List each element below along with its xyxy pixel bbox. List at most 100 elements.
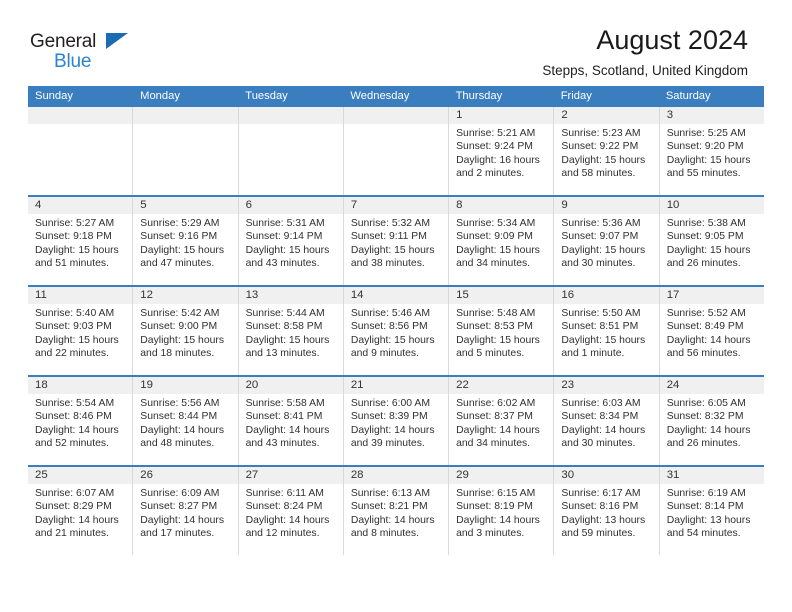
calendar-cell-empty	[343, 107, 450, 195]
day-details: Sunrise: 5:38 AM Sunset: 9:05 PM Daylight:…	[660, 214, 764, 271]
calendar-day-cell[interactable]: 21 Sunrise: 6:00 AM Sunset: 8:39 PM Dayligh…	[343, 377, 450, 465]
day-details: Sunrise: 5:54 AM Sunset: 8:46 PM Daylight:…	[28, 394, 132, 451]
daylight-text-line1: Daylight: 14 hours	[350, 424, 435, 436]
day-number: 20	[238, 377, 343, 394]
daylight-text-line2: and 17 minutes.	[140, 528, 215, 540]
calendar-day-cell[interactable]: 12 Sunrise: 5:42 AM Sunset: 9:00 PM Dayligh…	[133, 287, 239, 375]
daylight-text-line1: Daylight: 15 hours	[140, 334, 225, 346]
day-details: Sunrise: 5:31 AM Sunset: 9:14 PM Daylight:…	[239, 214, 343, 271]
sunset-text: Sunset: 8:24 PM	[245, 501, 323, 513]
calendar-day-cell[interactable]: 24 Sunrise: 6:05 AM Sunset: 8:32 PM Dayligh…	[659, 377, 764, 465]
calendar-day-cell[interactable]: 18 Sunrise: 5:54 AM Sunset: 8:46 PM Dayligh…	[28, 377, 134, 465]
calendar-day-cell[interactable]: 4 Sunrise: 5:27 AM Sunset: 9:18 PM Daylight…	[28, 197, 134, 285]
daylight-text-line1: Daylight: 14 hours	[140, 424, 225, 436]
sunrise-text: Sunrise: 6:09 AM	[140, 488, 220, 499]
calendar-day-cell[interactable]: 11 Sunrise: 5:40 AM Sunset: 9:03 PM Dayligh…	[28, 287, 134, 375]
day-details: Sunrise: 6:09 AM Sunset: 8:27 PM Daylight:…	[133, 484, 237, 541]
calendar-day-cell[interactable]: 14 Sunrise: 5:46 AM Sunset: 8:56 PM Dayligh…	[343, 287, 450, 375]
sunset-text: Sunset: 8:16 PM	[561, 501, 639, 513]
brand-logo[interactable]: General Blue	[30, 32, 150, 72]
day-number: 26	[133, 467, 238, 484]
daylight-text-line1: Daylight: 15 hours	[140, 244, 225, 256]
day-number: 28	[343, 467, 449, 484]
sunset-text: Sunset: 9:18 PM	[35, 231, 112, 243]
weekday-header-tuesday: Tuesday	[245, 90, 288, 102]
calendar-day-cell[interactable]: 9 Sunrise: 5:36 AM Sunset: 9:07 PM Daylight…	[554, 197, 660, 285]
sunset-text: Sunset: 9:22 PM	[561, 141, 639, 153]
sunrise-text: Sunrise: 5:40 AM	[35, 308, 115, 319]
calendar-day-cell[interactable]: 13 Sunrise: 5:44 AM Sunset: 8:58 PM Dayligh…	[238, 287, 344, 375]
day-details: Sunrise: 5:40 AM Sunset: 9:03 PM Daylight:…	[28, 304, 132, 361]
day-details: Sunrise: 6:11 AM Sunset: 8:24 PM Daylight:…	[239, 484, 343, 541]
calendar-day-cell[interactable]: 8 Sunrise: 5:34 AM Sunset: 9:09 PM Daylight…	[449, 197, 555, 285]
sunset-text: Sunset: 8:58 PM	[245, 321, 323, 333]
calendar-day-cell[interactable]: 22 Sunrise: 6:02 AM Sunset: 8:37 PM Dayligh…	[449, 377, 555, 465]
sunrise-text: Sunrise: 5:38 AM	[666, 218, 746, 229]
calendar-day-cell[interactable]: 31 Sunrise: 6:19 AM Sunset: 8:14 PM Dayligh…	[659, 467, 764, 555]
calendar-day-cell[interactable]: 29 Sunrise: 6:15 AM Sunset: 8:19 PM Dayligh…	[449, 467, 555, 555]
calendar-day-cell[interactable]: 23 Sunrise: 6:03 AM Sunset: 8:34 PM Dayligh…	[554, 377, 660, 465]
daylight-text-line2: and 18 minutes.	[140, 348, 215, 360]
sunrise-text: Sunrise: 5:34 AM	[456, 218, 536, 229]
calendar-day-cell[interactable]: 6 Sunrise: 5:31 AM Sunset: 9:14 PM Daylight…	[238, 197, 344, 285]
day-details: Sunrise: 6:07 AM Sunset: 8:29 PM Daylight:…	[28, 484, 132, 541]
daylight-text-line2: and 3 minutes.	[456, 528, 525, 540]
calendar-cell-empty	[238, 107, 344, 195]
daylight-text-line2: and 38 minutes.	[350, 258, 425, 270]
daylight-text-line2: and 12 minutes.	[245, 528, 320, 540]
sunset-text: Sunset: 9:09 PM	[456, 231, 533, 243]
calendar-day-cell[interactable]: 28 Sunrise: 6:13 AM Sunset: 8:21 PM Dayligh…	[343, 467, 450, 555]
calendar-day-cell[interactable]: 5 Sunrise: 5:29 AM Sunset: 9:16 PM Daylight…	[133, 197, 239, 285]
brand-logo-text-blue: Blue	[54, 51, 92, 72]
weekday-header-thursday: Thursday	[455, 90, 503, 102]
daylight-text-line1: Daylight: 14 hours	[35, 424, 119, 436]
calendar-day-cell[interactable]: 15 Sunrise: 5:48 AM Sunset: 8:53 PM Dayligh…	[449, 287, 555, 375]
daylight-text-line2: and 26 minutes.	[666, 258, 741, 270]
daylight-text-line2: and 47 minutes.	[140, 258, 215, 270]
day-number	[238, 107, 343, 124]
calendar-day-cell[interactable]: 19 Sunrise: 5:56 AM Sunset: 8:44 PM Dayligh…	[133, 377, 239, 465]
daylight-text-line2: and 55 minutes.	[666, 168, 741, 180]
daylight-text-line1: Daylight: 14 hours	[666, 424, 751, 436]
sunrise-text: Sunrise: 6:03 AM	[561, 398, 641, 409]
daylight-text-line2: and 13 minutes.	[245, 348, 320, 360]
calendar-day-cell[interactable]: 25 Sunrise: 6:07 AM Sunset: 8:29 PM Dayligh…	[28, 467, 134, 555]
daylight-text-line1: Daylight: 15 hours	[561, 154, 646, 166]
daylight-text-line1: Daylight: 15 hours	[456, 334, 540, 346]
sunrise-text: Sunrise: 6:19 AM	[666, 488, 746, 499]
day-number: 2	[554, 107, 659, 124]
calendar-day-cell[interactable]: 20 Sunrise: 5:58 AM Sunset: 8:41 PM Dayligh…	[238, 377, 344, 465]
calendar-day-cell[interactable]: 3 Sunrise: 5:25 AM Sunset: 9:20 PM Daylight…	[659, 107, 764, 195]
calendar-day-cell[interactable]: 7 Sunrise: 5:32 AM Sunset: 9:11 PM Daylight…	[343, 197, 450, 285]
day-number: 16	[554, 287, 659, 304]
day-details: Sunrise: 5:29 AM Sunset: 9:16 PM Daylight:…	[133, 214, 237, 271]
day-number: 18	[28, 377, 133, 394]
sunrise-text: Sunrise: 5:29 AM	[140, 218, 220, 229]
calendar-day-cell[interactable]: 2 Sunrise: 5:23 AM Sunset: 9:22 PM Daylight…	[554, 107, 660, 195]
day-number: 8	[449, 197, 554, 214]
calendar-day-cell[interactable]: 26 Sunrise: 6:09 AM Sunset: 8:27 PM Dayligh…	[133, 467, 239, 555]
calendar-day-cell[interactable]: 10 Sunrise: 5:38 AM Sunset: 9:05 PM Dayligh…	[659, 197, 764, 285]
day-number: 12	[133, 287, 238, 304]
day-details: Sunrise: 6:15 AM Sunset: 8:19 PM Daylight:…	[449, 484, 553, 541]
sunset-text: Sunset: 8:41 PM	[245, 411, 323, 423]
daylight-text-line1: Daylight: 14 hours	[140, 514, 225, 526]
sunset-text: Sunset: 8:34 PM	[561, 411, 639, 423]
sunset-text: Sunset: 8:19 PM	[456, 501, 533, 513]
calendar-day-cell[interactable]: 30 Sunrise: 6:17 AM Sunset: 8:16 PM Dayligh…	[554, 467, 660, 555]
sunrise-text: Sunrise: 6:11 AM	[245, 488, 324, 499]
sunset-text: Sunset: 8:49 PM	[666, 321, 744, 333]
day-number: 29	[449, 467, 554, 484]
calendar-day-cell[interactable]: 17 Sunrise: 5:52 AM Sunset: 8:49 PM Dayligh…	[659, 287, 764, 375]
daylight-text-line1: Daylight: 16 hours	[456, 154, 540, 166]
sunset-text: Sunset: 9:20 PM	[666, 141, 744, 153]
calendar-day-cell[interactable]: 16 Sunrise: 5:50 AM Sunset: 8:51 PM Dayligh…	[554, 287, 660, 375]
day-details: Sunrise: 5:42 AM Sunset: 9:00 PM Daylight:…	[133, 304, 237, 361]
sunset-text: Sunset: 9:24 PM	[456, 141, 533, 153]
calendar-day-cell[interactable]: 27 Sunrise: 6:11 AM Sunset: 8:24 PM Dayligh…	[238, 467, 344, 555]
calendar-day-cell[interactable]: 1 Sunrise: 5:21 AM Sunset: 9:24 PM Daylight…	[449, 107, 555, 195]
brand-logo-line1: General	[30, 32, 150, 52]
daylight-text-line2: and 58 minutes.	[561, 168, 636, 180]
calendar-grid: Sunday Monday Tuesday Wednesday Thursday Frid…	[28, 86, 764, 555]
daylight-text-line1: Daylight: 14 hours	[666, 334, 751, 346]
